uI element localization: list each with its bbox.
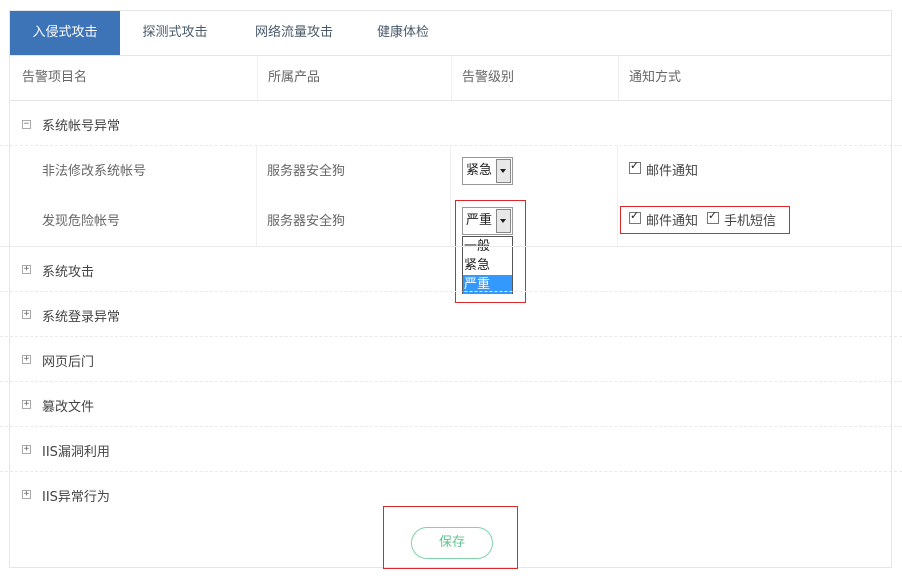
column-header-alert-item: 告警项目名	[22, 70, 88, 85]
group-row: + 网页后门	[0, 337, 902, 382]
group-label: IIS漏洞利用	[42, 445, 110, 460]
tab-probe-attack[interactable]: 探测式攻击	[125, 11, 225, 55]
column-divider	[257, 56, 258, 100]
group-row-system-account: − 系统帐号异常	[0, 101, 902, 146]
group-row: + 系统登录异常	[0, 292, 902, 337]
alert-item-product: 服务器安全狗	[267, 164, 346, 179]
alert-item-name: 非法修改系统帐号	[42, 164, 147, 179]
tab-intrusion-attack[interactable]: 入侵式攻击	[10, 11, 120, 55]
group-row: + 系统攻击	[0, 247, 902, 292]
email-notify-label: 邮件通知	[646, 164, 699, 179]
group-label: 篡改文件	[42, 400, 95, 415]
expand-toggle[interactable]: +	[22, 445, 31, 454]
collapse-toggle[interactable]: −	[22, 120, 31, 129]
expand-toggle[interactable]: +	[22, 310, 31, 319]
column-divider	[256, 146, 257, 246]
tab-network-traffic-attack[interactable]: 网络流量攻击	[238, 11, 350, 55]
group-label: 系统攻击	[42, 265, 95, 280]
highlight-box	[383, 506, 518, 569]
column-divider	[451, 56, 452, 100]
group-label: 网页后门	[42, 355, 95, 370]
expand-toggle[interactable]: +	[22, 355, 31, 364]
group-row: + IIS漏洞利用	[0, 427, 902, 472]
group-label: 系统登录异常	[42, 310, 121, 325]
expand-toggle[interactable]: +	[22, 265, 31, 274]
email-notify-checkbox[interactable]	[629, 159, 641, 174]
table-header: 告警项目名 所属产品 告警级别 通知方式	[10, 56, 891, 101]
chevron-down-icon[interactable]	[496, 159, 511, 183]
tab-health-check[interactable]: 健康体检	[363, 11, 443, 55]
expand-toggle[interactable]: +	[22, 400, 31, 409]
column-header-product: 所属产品	[268, 70, 321, 85]
group-label: IIS异常行为	[42, 490, 110, 505]
column-divider	[617, 146, 618, 246]
tab-bar: 入侵式攻击 探测式攻击 网络流量攻击 健康体检	[10, 11, 891, 56]
column-header-alert-level: 告警级别	[462, 70, 515, 85]
column-divider	[450, 146, 451, 246]
highlight-box	[620, 206, 790, 234]
column-divider	[618, 56, 619, 100]
group-row: + 篡改文件	[0, 382, 902, 427]
alert-level-select[interactable]: 紧急	[462, 157, 513, 185]
group-label: 系统帐号异常	[42, 119, 121, 134]
alert-item-name: 发现危险帐号	[42, 214, 121, 229]
column-header-notify-method: 通知方式	[629, 70, 682, 85]
alert-level-value: 紧急	[466, 163, 493, 178]
alert-item-product: 服务器安全狗	[267, 214, 346, 229]
expand-toggle[interactable]: +	[22, 490, 31, 499]
